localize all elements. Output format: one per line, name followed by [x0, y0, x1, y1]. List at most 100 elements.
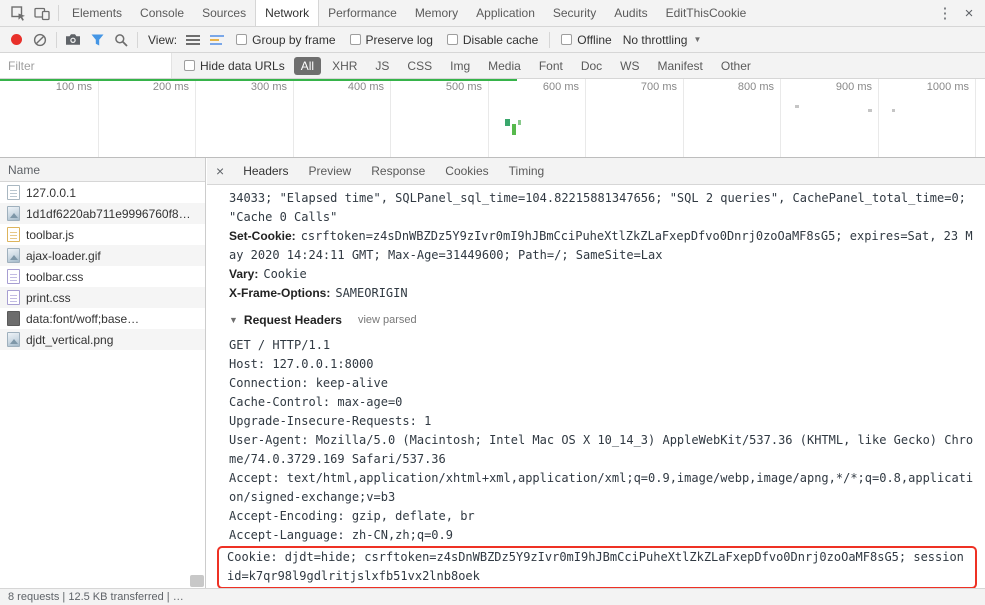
- request-row[interactable]: toolbar.js: [0, 224, 205, 245]
- hide-data-urls-checkbox[interactable]: Hide data URLs: [184, 59, 285, 73]
- inspect-cursor-icon[interactable]: [6, 2, 30, 24]
- time-tick: 400 ms: [347, 81, 384, 93]
- cookie-header-line: Cookie: djdt=hide; csrftoken=z4sDnWBZDz5…: [227, 550, 964, 583]
- dtab-response[interactable]: Response: [361, 158, 435, 184]
- status-bar: 8 requests | 12.5 KB transferred | …: [0, 588, 985, 605]
- filter-pill-other[interactable]: Other: [714, 57, 758, 75]
- small-rows-icon[interactable]: [181, 29, 205, 51]
- time-tick: 700 ms: [640, 81, 677, 93]
- tab-console[interactable]: Console: [131, 0, 193, 26]
- divider: [137, 31, 138, 48]
- gridline: [780, 79, 781, 157]
- filter-pill-js[interactable]: JS: [368, 57, 396, 75]
- filter-pill-css[interactable]: CSS: [400, 57, 439, 75]
- capture-screenshots-icon[interactable]: [61, 29, 85, 51]
- raw-header-line: Upgrade-Insecure-Requests: 1: [229, 414, 432, 428]
- filter-pill-ws[interactable]: WS: [613, 57, 646, 75]
- tab-elements[interactable]: Elements: [63, 0, 131, 26]
- throttling-value: No throttling: [622, 32, 688, 47]
- checkbox-label: Offline: [577, 32, 612, 47]
- raw-header-line: Accept-Encoding: gzip, deflate, br: [229, 509, 475, 523]
- gridline: [585, 79, 586, 157]
- request-name: djdt_vertical.png: [26, 332, 114, 347]
- timeline-overview[interactable]: 100 ms 200 ms 300 ms 400 ms 500 ms 600 m…: [0, 79, 985, 158]
- filter-pill-xhr[interactable]: XHR: [325, 57, 364, 75]
- response-header-set-cookie: Set-Cookie: csrftoken=z4sDnWBZDz5Y9zIvr0m…: [229, 227, 979, 265]
- document-icon: [7, 185, 20, 200]
- checkbox-box: [446, 34, 458, 45]
- offline-checkbox[interactable]: Offline: [561, 32, 612, 47]
- filter-funnel-icon[interactable]: [85, 29, 109, 51]
- clear-icon[interactable]: [28, 29, 52, 51]
- request-row[interactable]: djdt_vertical.png: [0, 329, 205, 350]
- request-row[interactable]: data:font/woff;base…: [0, 308, 205, 329]
- raw-header-line: GET / HTTP/1.1: [229, 338, 331, 352]
- header-value: Cookie: [263, 267, 307, 281]
- headers-content: 34033; "Elapsed time", SQLPanel_sql_time…: [207, 185, 985, 588]
- scrollbar-thumb[interactable]: [190, 575, 204, 587]
- dtab-headers[interactable]: Headers: [233, 158, 298, 184]
- timeline-activity-mark: [892, 109, 895, 112]
- checkbox-label: Disable cache: [462, 32, 539, 47]
- dtab-timing[interactable]: Timing: [499, 158, 555, 184]
- header-name: Set-Cookie:: [229, 229, 296, 243]
- request-row[interactable]: 1d1df6220ab711e9996760f8…: [0, 203, 205, 224]
- tab-network[interactable]: Network: [255, 0, 320, 26]
- name-column-header[interactable]: Name: [0, 158, 205, 182]
- filter-pill-font[interactable]: Font: [532, 57, 570, 75]
- device-toolbar-icon[interactable]: [30, 2, 54, 24]
- search-icon[interactable]: [109, 29, 133, 51]
- record-icon[interactable]: [4, 29, 28, 51]
- network-main-area: Name 127.0.0.1 1d1df6220ab711e9996760f8……: [0, 158, 985, 588]
- view-label: View:: [148, 32, 178, 47]
- checkbox-box: [561, 34, 573, 45]
- tab-audits[interactable]: Audits: [605, 0, 656, 26]
- main-tab-bar: Elements Console Sources Network Perform…: [0, 0, 985, 27]
- gridline: [98, 79, 99, 157]
- image-icon: [7, 248, 20, 263]
- tab-performance[interactable]: Performance: [319, 0, 406, 26]
- filter-pill-manifest[interactable]: Manifest: [651, 57, 710, 75]
- dtab-cookies[interactable]: Cookies: [435, 158, 498, 184]
- filter-pill-doc[interactable]: Doc: [574, 57, 609, 75]
- close-devtools-icon[interactable]: ×: [957, 2, 981, 24]
- disclosure-triangle-icon[interactable]: ▼: [229, 311, 238, 330]
- time-tick: 100 ms: [55, 81, 92, 93]
- disable-cache-checkbox[interactable]: Disable cache: [446, 32, 539, 47]
- raw-header-line: Accept: text/html,application/xhtml+xml,…: [229, 471, 974, 504]
- request-name: 127.0.0.1: [26, 185, 77, 200]
- tab-editthiscookie[interactable]: EditThisCookie: [657, 0, 756, 26]
- request-row[interactable]: toolbar.css: [0, 266, 205, 287]
- tab-memory[interactable]: Memory: [406, 0, 467, 26]
- group-by-frame-checkbox[interactable]: Group by frame: [236, 33, 336, 47]
- checkbox-label: Hide data URLs: [200, 58, 285, 73]
- response-header-vary: Vary: Cookie: [229, 265, 979, 284]
- request-row[interactable]: print.css: [0, 287, 205, 308]
- header-value: SAMEORIGIN: [335, 286, 408, 300]
- image-icon: [7, 206, 20, 221]
- dtab-preview[interactable]: Preview: [299, 158, 362, 184]
- tab-sources[interactable]: Sources: [193, 0, 255, 26]
- request-row[interactable]: ajax-loader.gif: [0, 245, 205, 266]
- response-header-value-tail: 34033; "Elapsed time", SQLPanel_sql_time…: [229, 191, 966, 224]
- checkbox-box: [184, 60, 195, 71]
- view-parsed-link[interactable]: view parsed: [358, 311, 417, 330]
- kebab-menu-icon[interactable]: ⋮: [933, 2, 957, 24]
- requests-panel: Name 127.0.0.1 1d1df6220ab711e9996760f8……: [0, 158, 206, 588]
- cookie-highlight-box: Cookie: djdt=hide; csrftoken=z4sDnWBZDz5…: [217, 546, 977, 588]
- filter-pill-all[interactable]: All: [293, 56, 322, 75]
- devtools-window: Elements Console Sources Network Perform…: [0, 0, 985, 605]
- filter-pill-img[interactable]: Img: [443, 57, 477, 75]
- tab-security[interactable]: Security: [544, 0, 605, 26]
- filter-input[interactable]: [0, 58, 171, 73]
- filter-bar: Hide data URLs All XHR JS CSS Img Media …: [0, 53, 985, 79]
- requests-summary: 8 requests | 12.5 KB transferred | …: [8, 591, 184, 603]
- request-row[interactable]: 127.0.0.1: [0, 182, 205, 203]
- throttling-select[interactable]: No throttling ▼: [623, 33, 702, 47]
- preserve-log-checkbox[interactable]: Preserve log: [349, 33, 433, 47]
- filter-pill-media[interactable]: Media: [481, 57, 528, 75]
- tab-application[interactable]: Application: [467, 0, 544, 26]
- overview-rows-icon[interactable]: [205, 29, 229, 51]
- request-headers-section: ▼ Request Headers view parsed: [229, 311, 979, 330]
- close-details-icon[interactable]: ×: [207, 163, 233, 179]
